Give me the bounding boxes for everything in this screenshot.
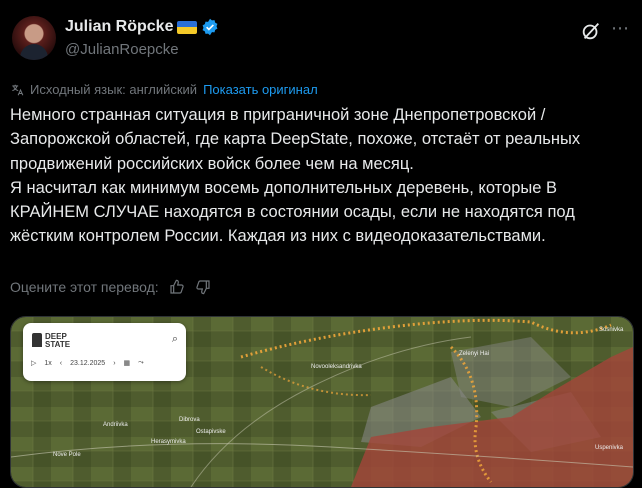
chevron-right-icon[interactable]: ›	[113, 360, 115, 367]
grok-icon[interactable]	[580, 20, 602, 42]
timeline-controls: ▷ 1x ‹ 23.12.2025 › ▦ ⤳	[31, 359, 144, 367]
speed-label[interactable]: 1x	[44, 360, 51, 367]
rate-translation-label: Оцените этот перевод:	[10, 279, 159, 295]
ukraine-flag-icon	[177, 20, 198, 34]
translation-bar: Исходный язык: английский Показать ориги…	[10, 82, 318, 97]
place-label: Uspenivka	[595, 445, 624, 451]
translation-rating: Оцените этот перевод:	[10, 279, 211, 295]
source-language-label: Исходный язык: английский	[30, 82, 198, 97]
thumbs-down-icon[interactable]	[195, 279, 211, 295]
calendar-icon[interactable]: ▦	[124, 359, 131, 367]
place-label: Sosnivka	[599, 327, 624, 333]
tweet-header: Julian Röpcke @JulianRoepcke ⋯	[12, 14, 630, 66]
play-icon[interactable]: ▷	[31, 359, 36, 367]
avatar[interactable]	[12, 16, 56, 60]
place-label: Herasymivka	[151, 439, 186, 445]
tweet-paragraph-1: Немного странная ситуация в приграничной…	[10, 106, 581, 173]
place-label: Dibrova	[179, 417, 200, 423]
verified-badge-icon	[203, 18, 218, 36]
place-label: Ostapivske	[196, 429, 226, 435]
place-label: Nove Pole	[53, 452, 81, 458]
place-label: Novooleksandrivka	[311, 364, 362, 370]
map-image[interactable]: Novooleksandrivka Sosnivka Dibrova Ostap…	[10, 316, 634, 488]
show-original-link[interactable]: Показать оригинал	[203, 82, 318, 97]
avatar-shoulders	[20, 44, 48, 60]
translate-icon	[12, 84, 24, 95]
deepstate-logo-icon	[32, 333, 42, 347]
search-icon[interactable]: ⌕	[172, 333, 178, 346]
author-name-row: Julian Röpcke	[65, 18, 219, 36]
place-label: Zelenyi Hai	[459, 351, 490, 357]
tweet-text: Немного странная ситуация в приграничной…	[10, 103, 630, 249]
date-label[interactable]: 23.12.2025	[70, 360, 105, 367]
route-icon[interactable]: ⤳	[138, 359, 144, 367]
author-handle[interactable]: @JulianRoepcke	[65, 41, 179, 58]
more-options-icon[interactable]: ⋯	[611, 18, 630, 39]
chevron-left-icon[interactable]: ‹	[60, 360, 62, 367]
logo-text-2: STATE	[45, 340, 71, 349]
thumbs-up-icon[interactable]	[169, 279, 185, 295]
place-label: Andriivka	[103, 422, 128, 428]
tweet-paragraph-2: Я насчитал как минимум восемь дополнител…	[10, 178, 575, 246]
author-name[interactable]: Julian Röpcke	[65, 18, 173, 36]
deepstate-logo: DEEP STATE	[45, 333, 70, 349]
deepstate-panel: DEEP STATE ⌕ ▷ 1x ‹ 23.12.2025 › ▦ ⤳	[23, 323, 186, 381]
